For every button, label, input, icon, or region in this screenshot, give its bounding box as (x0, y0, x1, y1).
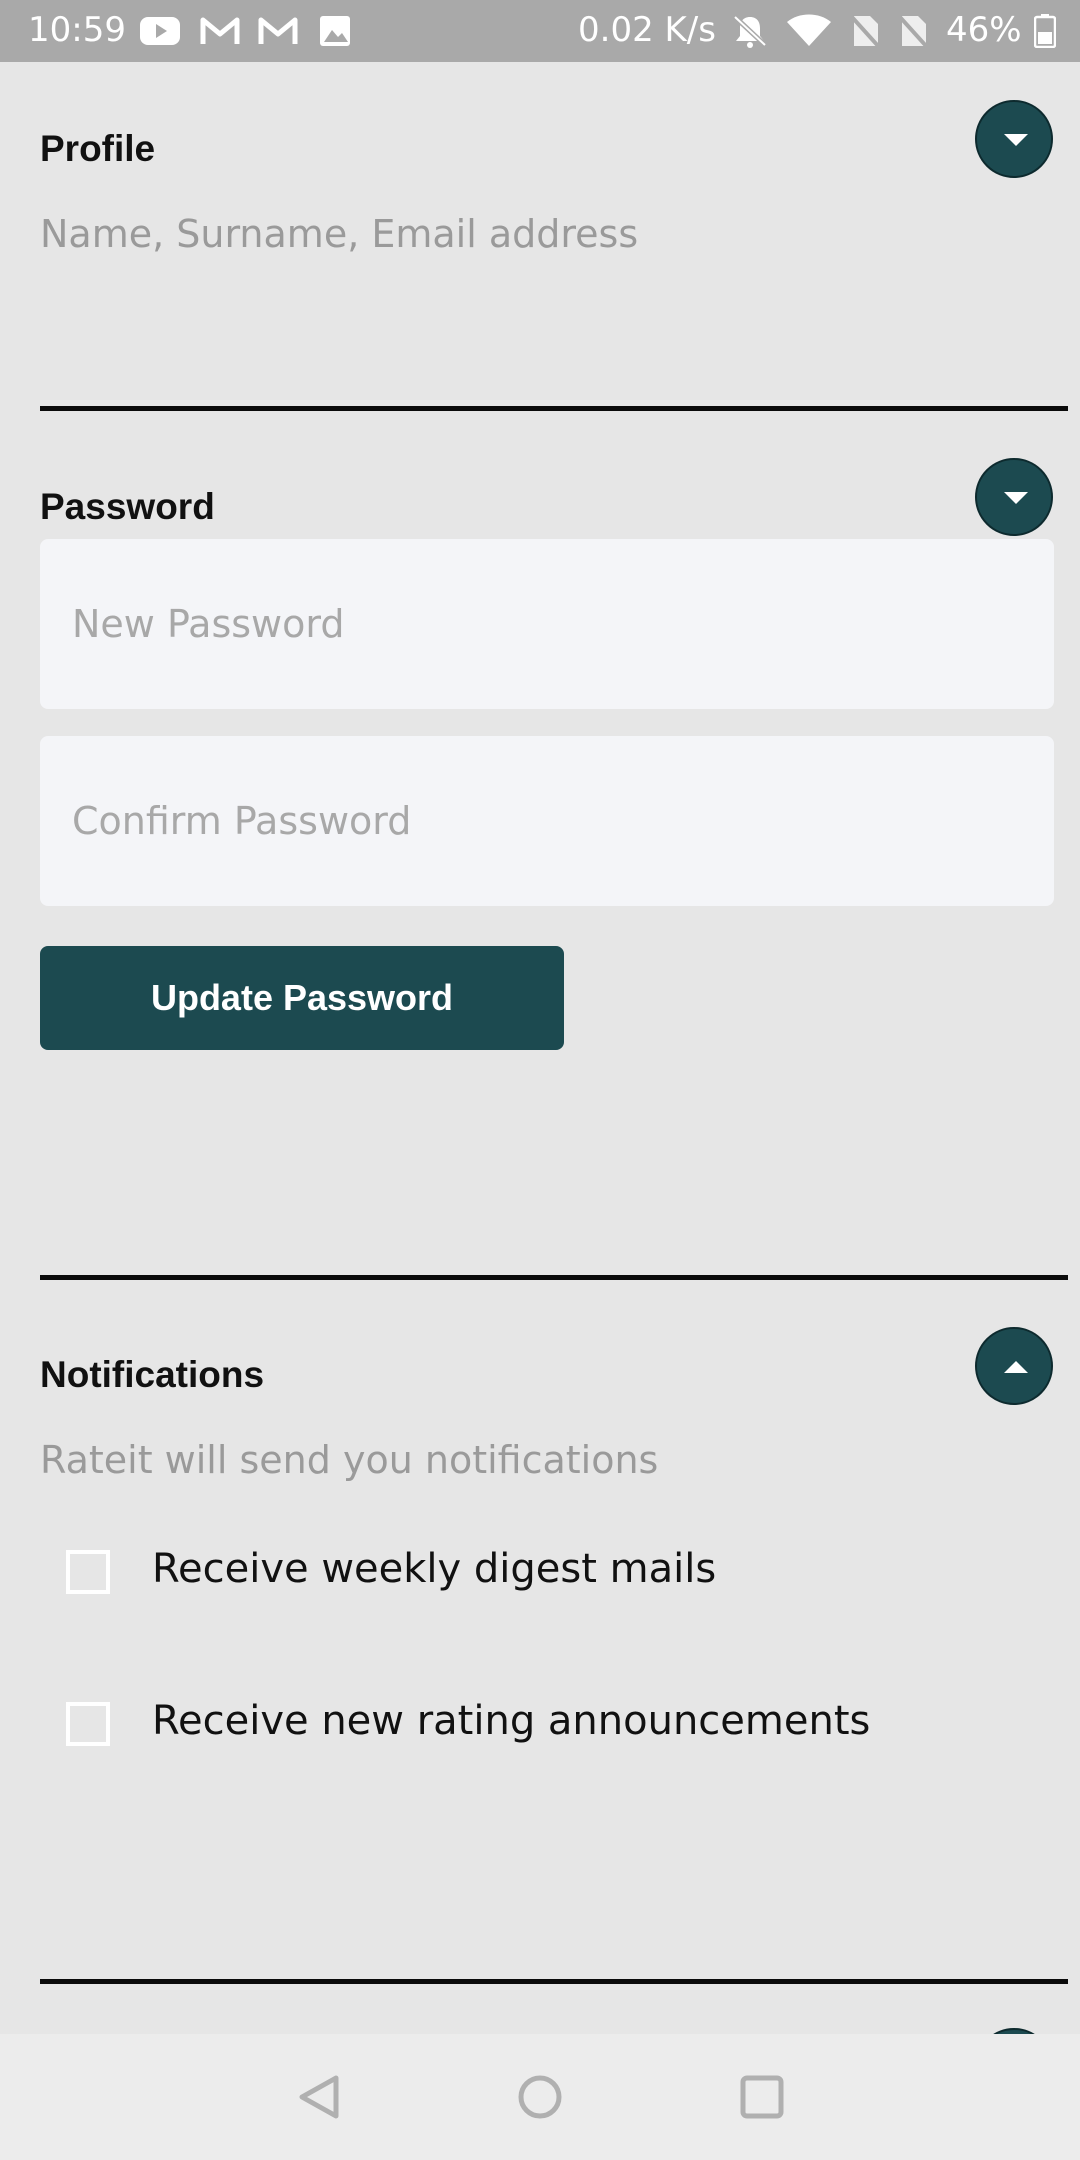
section-divider (40, 406, 1068, 411)
rating-announcements-checkbox[interactable] (66, 1702, 110, 1746)
update-password-button[interactable]: Update Password (40, 946, 564, 1050)
home-icon[interactable] (515, 2072, 565, 2122)
gmail-icon (200, 17, 240, 44)
profile-subtitle: Name, Surname, Email address (40, 212, 639, 256)
network-speed: 0.02 K/s (578, 10, 716, 50)
section-divider (40, 1275, 1068, 1280)
navigation-bar (0, 2034, 1080, 2160)
no-sim-icon (850, 14, 880, 48)
notifications-subtitle: Rateit will send you notifications (40, 1438, 659, 1482)
notifications-title: Notifications (40, 1354, 265, 1395)
no-sim-icon (898, 14, 928, 48)
notifications-collapse-button[interactable] (975, 1327, 1053, 1405)
new-password-input[interactable] (40, 539, 1054, 709)
confirm-password-input[interactable] (40, 736, 1054, 906)
confirm-password-field (40, 736, 1054, 906)
section-divider (40, 1979, 1068, 1984)
chevron-down-icon (1004, 492, 1028, 504)
bell-muted-icon (733, 15, 767, 48)
image-icon (320, 16, 350, 46)
rating-announcements-label[interactable]: Receive new rating announcements (152, 1698, 870, 1744)
profile-title: Profile (40, 128, 156, 169)
battery-icon (1034, 14, 1056, 48)
new-password-field (40, 539, 1054, 709)
status-bar: 10:59 0.02 K/s 46% (0, 0, 1080, 62)
recents-icon[interactable] (737, 2072, 787, 2122)
weekly-digest-checkbox[interactable] (66, 1550, 110, 1594)
wifi-icon (787, 14, 831, 46)
battery-level: 46% (946, 10, 1022, 50)
password-expand-button[interactable] (975, 458, 1053, 536)
profile-expand-button[interactable] (975, 100, 1053, 178)
weekly-digest-label[interactable]: Receive weekly digest mails (152, 1546, 716, 1592)
back-icon[interactable] (294, 2072, 344, 2122)
chevron-down-icon (1004, 134, 1028, 146)
status-time: 10:59 (28, 10, 126, 50)
chevron-up-icon (1004, 1361, 1028, 1373)
password-title: Password (40, 486, 215, 527)
gmail-icon (258, 17, 298, 44)
youtube-icon (140, 17, 180, 45)
